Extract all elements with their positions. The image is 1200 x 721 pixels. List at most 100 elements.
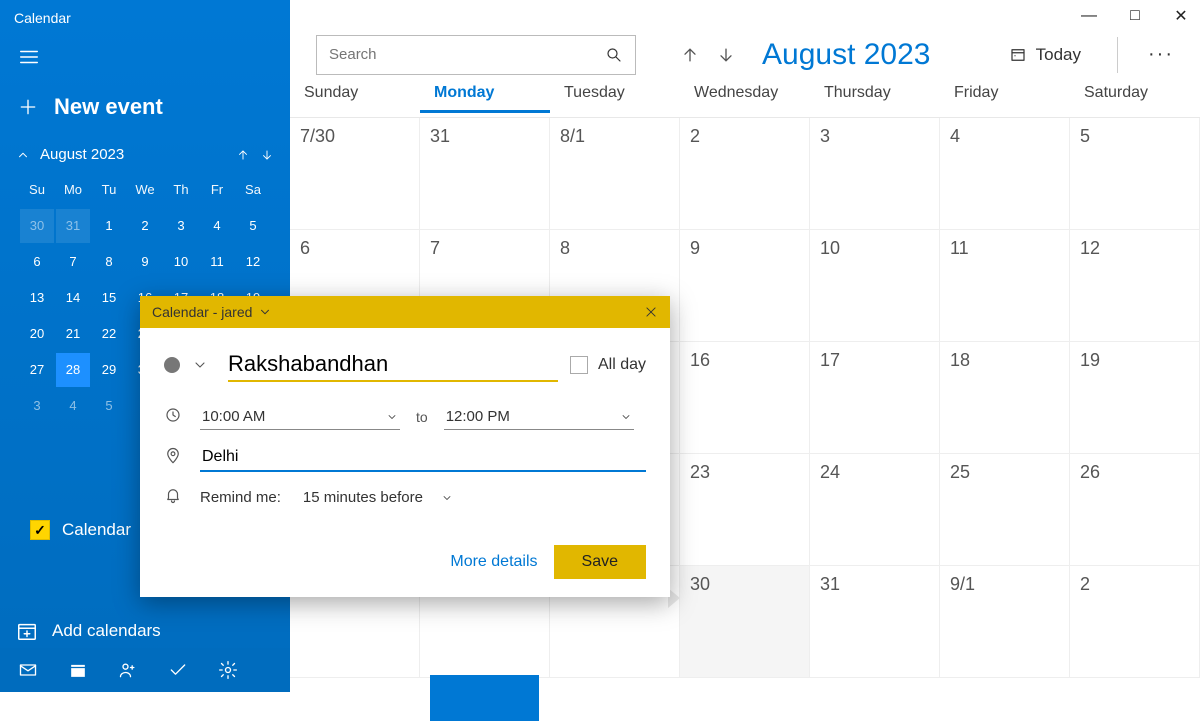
prev-month-icon[interactable] (680, 45, 700, 65)
calendar-cell[interactable]: 7/30 (290, 118, 420, 230)
color-dot-icon[interactable] (164, 357, 180, 373)
calendar-list-item[interactable]: ✓ Calendar (30, 520, 131, 540)
mini-day[interactable]: 31 (56, 209, 90, 243)
calendar-cell[interactable]: 9 (680, 230, 810, 342)
mini-day[interactable]: 4 (56, 389, 90, 423)
mini-month-label[interactable]: August 2023 (40, 146, 124, 163)
mini-day[interactable]: 15 (92, 281, 126, 315)
next-month-icon[interactable] (716, 45, 736, 65)
calendar-cell[interactable]: 25 (940, 454, 1070, 566)
mini-day[interactable]: 29 (92, 353, 126, 387)
mini-day[interactable]: 5 (236, 209, 270, 243)
mini-day[interactable]: 8 (92, 245, 126, 279)
mini-day[interactable]: 6 (20, 245, 54, 279)
chevron-down-icon (620, 411, 632, 423)
save-button[interactable]: Save (554, 545, 646, 579)
popup-calendar-label: Calendar - jared (152, 304, 252, 320)
calendar-cell[interactable]: 31 (420, 118, 550, 230)
calendar-cell[interactable]: 10 (810, 230, 940, 342)
start-time-select[interactable]: 10:00 AM (200, 404, 400, 430)
mini-day[interactable]: 2 (128, 209, 162, 243)
mini-day[interactable]: 1 (92, 209, 126, 243)
mini-day[interactable]: 3 (20, 389, 54, 423)
end-time-select[interactable]: 12:00 PM (444, 404, 634, 430)
search-input[interactable] (329, 46, 605, 63)
calendar-cell[interactable]: 17 (810, 342, 940, 454)
calendar-icon[interactable] (68, 660, 88, 680)
arrow-up-icon[interactable] (236, 148, 250, 162)
mail-icon[interactable] (18, 660, 38, 680)
minimize-button[interactable]: — (1080, 7, 1098, 25)
calendar-list-label: Calendar (62, 520, 131, 540)
new-event-button[interactable]: New event (0, 88, 290, 140)
people-icon[interactable] (118, 660, 138, 680)
add-calendars-label: Add calendars (52, 621, 161, 641)
reminder-value: 15 minutes before (303, 489, 423, 506)
calendar-cell[interactable]: 31 (810, 566, 940, 678)
checkbox-checked-icon[interactable]: ✓ (30, 520, 50, 540)
calendar-cell[interactable]: 30 (680, 566, 810, 678)
maximize-button[interactable]: □ (1126, 7, 1144, 25)
calendar-cell[interactable]: 12 (1070, 230, 1200, 342)
mini-day[interactable]: 3 (164, 209, 198, 243)
close-button[interactable]: ✕ (1172, 6, 1190, 26)
event-title-input[interactable] (228, 348, 558, 382)
todo-icon[interactable] (168, 660, 188, 680)
calendar-cell[interactable]: 2 (1070, 566, 1200, 678)
calendar-cell[interactable]: 4 (940, 118, 1070, 230)
mini-day[interactable]: 22 (92, 317, 126, 351)
calendar-cell[interactable]: 26 (1070, 454, 1200, 566)
mini-day[interactable]: 4 (200, 209, 234, 243)
active-day-underline (420, 110, 550, 113)
reminder-select[interactable]: 15 minutes before (303, 489, 453, 506)
calendar-cell[interactable]: 18 (940, 342, 1070, 454)
new-event-label: New event (54, 94, 163, 120)
calendar-cell[interactable]: 5 (1070, 118, 1200, 230)
mini-day[interactable]: 12 (236, 245, 270, 279)
chevron-down-icon[interactable] (192, 357, 208, 373)
app-title: Calendar (0, 0, 290, 46)
search-box[interactable] (316, 35, 636, 75)
mini-day[interactable]: 10 (164, 245, 198, 279)
popup-header[interactable]: Calendar - jared (140, 296, 670, 328)
end-time-value: 12:00 PM (446, 408, 510, 425)
mini-day[interactable]: 9 (128, 245, 162, 279)
dow-label: Friday (940, 84, 1070, 102)
add-calendars-button[interactable]: Add calendars (16, 620, 161, 642)
calendar-plus-icon (16, 620, 38, 642)
mini-day[interactable]: 21 (56, 317, 90, 351)
all-day-toggle[interactable]: All day (570, 356, 646, 374)
calendar-cell[interactable]: 19 (1070, 342, 1200, 454)
search-icon (605, 46, 623, 64)
mini-day[interactable]: 11 (200, 245, 234, 279)
mini-day[interactable]: 5 (92, 389, 126, 423)
location-input[interactable] (200, 444, 646, 472)
settings-icon[interactable] (218, 660, 238, 680)
calendar-cell[interactable]: 11 (940, 230, 1070, 342)
mini-day[interactable]: 28 (56, 353, 90, 387)
mini-day[interactable]: 27 (20, 353, 54, 387)
remind-label: Remind me: (200, 489, 281, 506)
mini-day[interactable]: 7 (56, 245, 90, 279)
calendar-cell[interactable]: 23 (680, 454, 810, 566)
calendar-cell[interactable]: 16 (680, 342, 810, 454)
mini-day[interactable]: 14 (56, 281, 90, 315)
calendar-cell[interactable]: 8/1 (550, 118, 680, 230)
mini-day[interactable]: 30 (20, 209, 54, 243)
calendar-cell[interactable]: 3 (810, 118, 940, 230)
chevron-up-icon[interactable] (16, 148, 30, 162)
calendar-cell[interactable]: 2 (680, 118, 810, 230)
calendar-cell[interactable]: 9/1 (940, 566, 1070, 678)
dow-label: Wednesday (680, 84, 810, 102)
mini-day[interactable]: 13 (20, 281, 54, 315)
calendar-cell[interactable]: 24 (810, 454, 940, 566)
close-icon[interactable] (644, 305, 658, 319)
mini-day[interactable]: 20 (20, 317, 54, 351)
more-menu-button[interactable]: ··· (1148, 43, 1174, 66)
hamburger-button[interactable] (0, 46, 290, 88)
more-details-link[interactable]: More details (450, 553, 537, 571)
today-button[interactable]: Today (1008, 45, 1081, 65)
dow-label: Tuesday (550, 84, 680, 102)
month-title[interactable]: August 2023 (762, 38, 988, 72)
arrow-down-icon[interactable] (260, 148, 274, 162)
